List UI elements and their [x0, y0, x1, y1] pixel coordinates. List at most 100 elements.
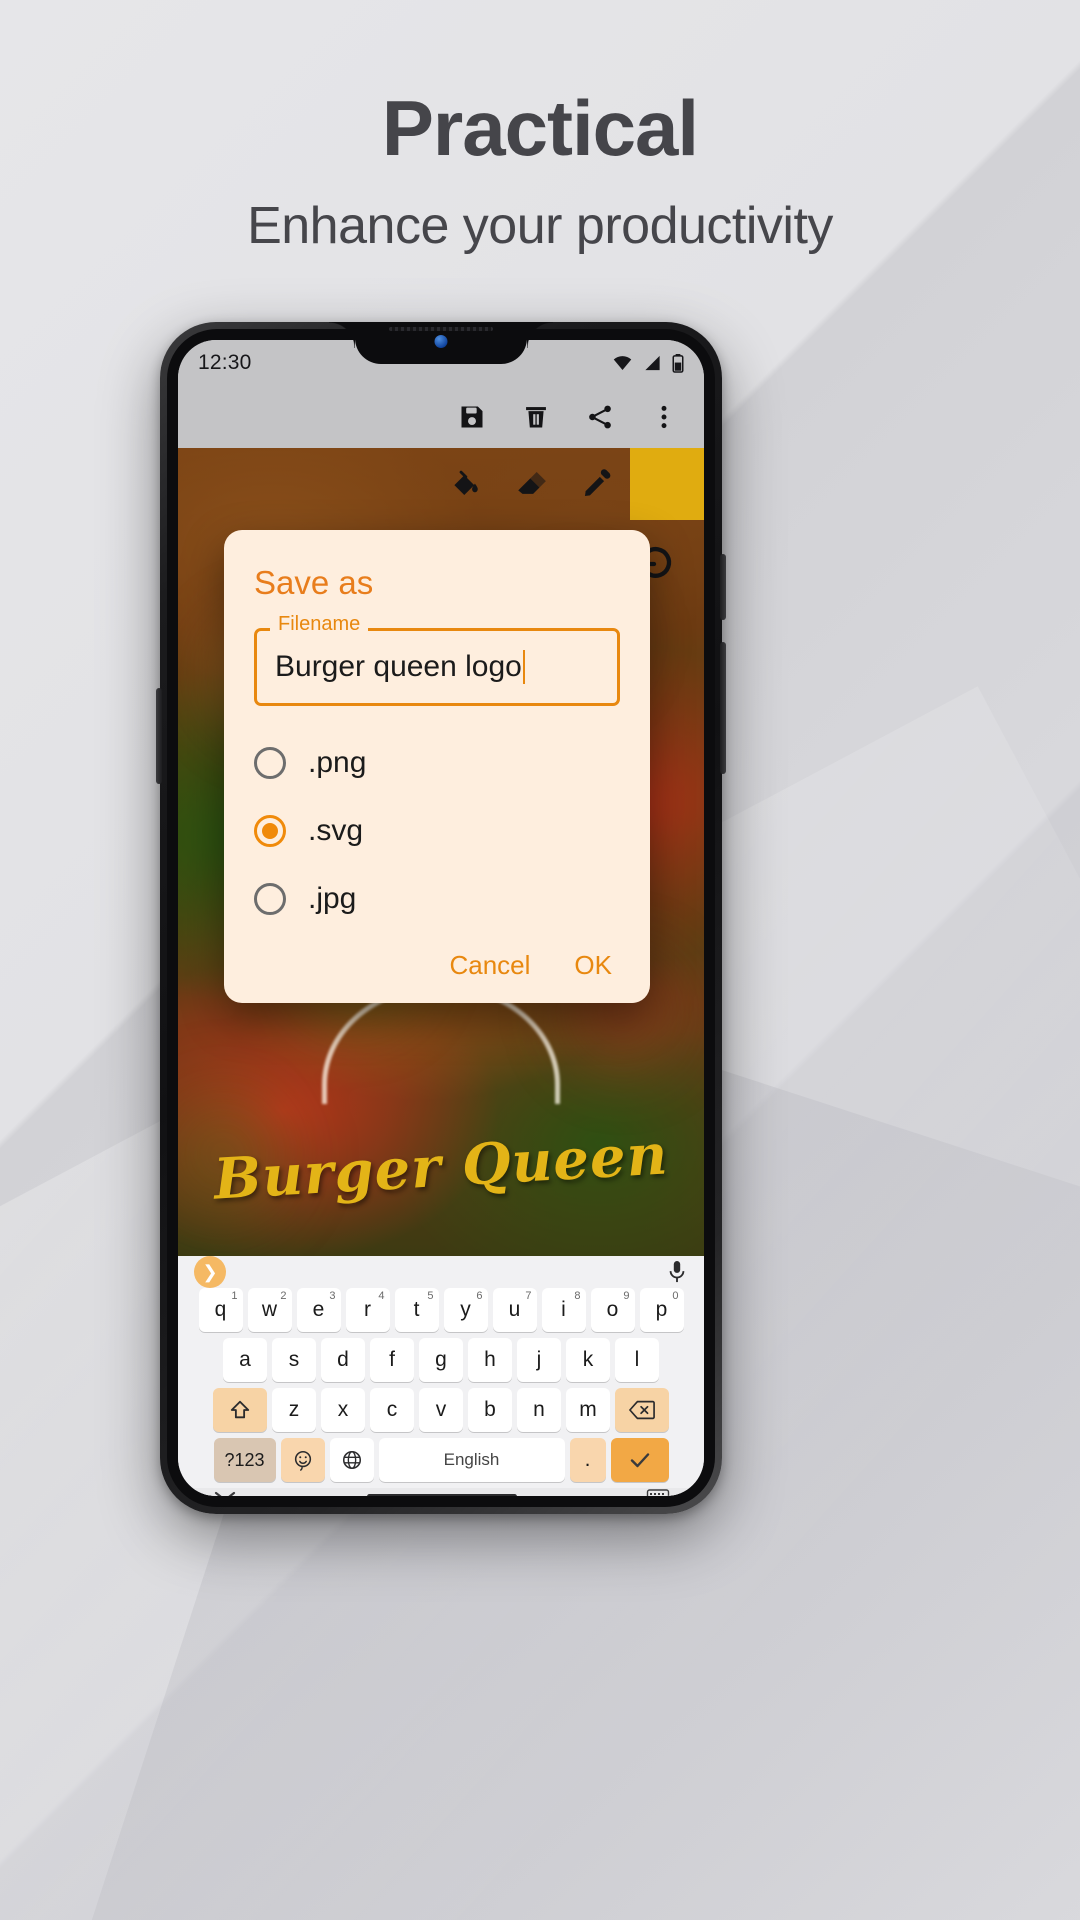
- radio-jpg[interactable]: [254, 883, 286, 915]
- phone-side-button: [720, 642, 726, 774]
- key-p-number: 0: [672, 1290, 679, 1302]
- chevron-right-icon[interactable]: ❯: [194, 1256, 226, 1288]
- promo-subheadline: Enhance your productivity: [247, 196, 833, 255]
- key-w-number: 2: [280, 1290, 287, 1302]
- key-i-number: 8: [574, 1290, 581, 1302]
- key-e-label: e: [312, 1298, 325, 1321]
- microphone-icon[interactable]: [666, 1259, 688, 1285]
- key-y-number: 6: [476, 1290, 483, 1302]
- phone-volume-button: [156, 688, 162, 784]
- key-m[interactable]: m: [566, 1388, 610, 1432]
- key-j[interactable]: j: [517, 1338, 561, 1382]
- on-screen-keyboard: ❯ 1q 2w 3e 4r 5t 6y 7u 8i 9o 0p a s d f …: [178, 1256, 704, 1496]
- format-option-jpg[interactable]: .jpg: [254, 882, 620, 916]
- key-o-number: 9: [623, 1290, 630, 1302]
- earpiece-speaker: [389, 327, 493, 331]
- key-t-number: 5: [427, 1290, 434, 1302]
- key-u[interactable]: 7u: [492, 1288, 537, 1332]
- key-t-label: t: [413, 1298, 420, 1321]
- filename-input[interactable]: Burger queen logo: [254, 628, 620, 706]
- backspace-icon[interactable]: [615, 1388, 669, 1432]
- key-u-number: 7: [525, 1290, 532, 1302]
- key-w[interactable]: 2w: [247, 1288, 292, 1332]
- shift-icon[interactable]: [213, 1388, 267, 1432]
- keyboard-switch-icon[interactable]: [646, 1488, 670, 1496]
- eraser-icon[interactable]: [514, 467, 548, 501]
- key-n[interactable]: n: [517, 1388, 561, 1432]
- language-globe-icon[interactable]: [329, 1438, 374, 1482]
- keyboard-row-2: a s d f g h j k l: [178, 1338, 704, 1382]
- radio-png[interactable]: [254, 747, 286, 779]
- navigation-bar: [178, 1488, 704, 1496]
- key-g[interactable]: g: [419, 1338, 463, 1382]
- phone-screen: 12:30 Burger Queen Save as Filename Burg…: [178, 340, 704, 1496]
- key-c[interactable]: c: [370, 1388, 414, 1432]
- key-x[interactable]: x: [321, 1388, 365, 1432]
- check-icon[interactable]: [610, 1438, 669, 1482]
- promo-heading-block: Practical Enhance your productivity: [0, 84, 1080, 256]
- key-b[interactable]: b: [468, 1388, 512, 1432]
- key-t[interactable]: 5t: [394, 1288, 439, 1332]
- format-label-jpg: .jpg: [308, 882, 357, 915]
- front-camera-icon: [434, 335, 448, 348]
- filename-field-wrapper: Filename Burger queen logo: [254, 613, 620, 706]
- key-h[interactable]: h: [468, 1338, 512, 1382]
- status-icon-group: [612, 353, 684, 373]
- key-y-label: y: [460, 1298, 471, 1321]
- symbols-key[interactable]: ?123: [213, 1438, 276, 1482]
- format-label-png: .png: [308, 746, 367, 779]
- delete-icon[interactable]: [522, 403, 550, 431]
- key-y[interactable]: 6y: [443, 1288, 488, 1332]
- key-f[interactable]: f: [370, 1338, 414, 1382]
- phone-power-button: [720, 554, 726, 620]
- key-l[interactable]: l: [615, 1338, 659, 1382]
- key-w-label: w: [261, 1298, 278, 1321]
- format-option-png[interactable]: .png: [254, 746, 620, 780]
- signal-icon: [645, 355, 660, 371]
- radio-svg[interactable]: [254, 815, 286, 847]
- key-q[interactable]: 1q: [198, 1288, 243, 1332]
- current-color-swatch[interactable]: [630, 448, 704, 520]
- promo-headline: Practical: [381, 84, 699, 172]
- key-p[interactable]: 0p: [639, 1288, 684, 1332]
- key-i[interactable]: 8i: [541, 1288, 586, 1332]
- radio-svg-dot: [262, 823, 278, 839]
- key-d[interactable]: d: [321, 1338, 365, 1382]
- phone-mockup: 12:30 Burger Queen Save as Filename Burg…: [156, 322, 726, 1514]
- share-icon[interactable]: [586, 403, 614, 431]
- chevron-down-icon[interactable]: [212, 1488, 238, 1496]
- key-q-label: q: [214, 1298, 227, 1321]
- key-z[interactable]: z: [272, 1388, 316, 1432]
- keyboard-suggestion-bar: ❯: [178, 1256, 704, 1288]
- filename-label: Filename: [270, 613, 369, 636]
- filename-value: Burger queen logo: [275, 650, 522, 683]
- cancel-button[interactable]: Cancel: [449, 950, 530, 981]
- key-a[interactable]: a: [223, 1338, 267, 1382]
- eyedropper-icon[interactable]: [580, 467, 614, 501]
- period-key[interactable]: .: [569, 1438, 606, 1482]
- keyboard-row-1: 1q 2w 3e 4r 5t 6y 7u 8i 9o 0p: [178, 1288, 704, 1332]
- format-option-svg[interactable]: .svg: [254, 814, 620, 848]
- emoji-icon[interactable]: [280, 1438, 325, 1482]
- key-k[interactable]: k: [566, 1338, 610, 1382]
- key-p-label: p: [655, 1298, 668, 1321]
- ok-button[interactable]: OK: [574, 950, 612, 981]
- key-r[interactable]: 4r: [345, 1288, 390, 1332]
- key-o[interactable]: 9o: [590, 1288, 635, 1332]
- app-toolbar: [178, 386, 704, 448]
- key-e[interactable]: 3e: [296, 1288, 341, 1332]
- save-icon[interactable]: [458, 403, 486, 431]
- format-label-svg: .svg: [308, 814, 364, 847]
- key-u-label: u: [508, 1298, 521, 1321]
- space-key[interactable]: English: [378, 1438, 565, 1482]
- text-caret: [522, 650, 525, 684]
- home-indicator[interactable]: [367, 1493, 517, 1496]
- tool-strip: [432, 448, 704, 520]
- key-s[interactable]: s: [272, 1338, 316, 1382]
- keyboard-row-3: z x c v b n m: [178, 1388, 704, 1432]
- overflow-menu-icon[interactable]: [650, 403, 678, 431]
- key-v[interactable]: v: [419, 1388, 463, 1432]
- battery-icon: [672, 353, 684, 373]
- fill-bucket-icon[interactable]: [448, 467, 482, 501]
- key-e-number: 3: [329, 1290, 336, 1302]
